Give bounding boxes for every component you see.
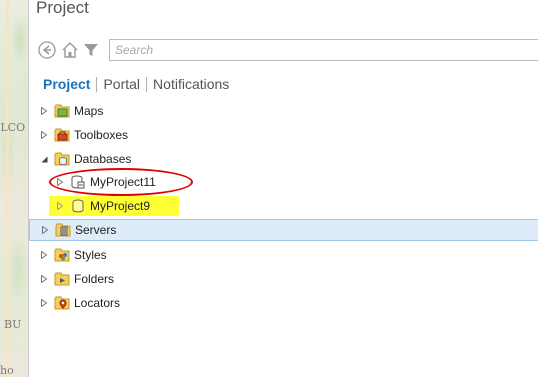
tab-portal[interactable]: Portal [103, 76, 140, 92]
expand-arrow-icon[interactable] [40, 226, 50, 234]
expand-arrow-icon[interactable] [39, 107, 49, 115]
tree-item-maps[interactable]: Maps [39, 100, 103, 122]
tab-separator [146, 76, 148, 92]
tab-project[interactable]: Project [43, 76, 90, 92]
geodatabase-icon [70, 198, 86, 214]
expand-arrow-icon[interactable] [39, 251, 49, 259]
tree-item-myproject11[interactable]: MyProject11 [55, 171, 156, 193]
tree-item-label: Locators [74, 296, 121, 310]
expand-arrow-icon[interactable] [39, 299, 49, 307]
tree-item-servers[interactable]: Servers [29, 219, 538, 241]
tree-item-locators[interactable]: Locators [39, 292, 120, 314]
folder-icon [54, 271, 70, 287]
expand-arrow-icon[interactable] [39, 275, 49, 283]
tab-notifications[interactable]: Notifications [153, 76, 229, 92]
toolbox-icon [54, 127, 70, 143]
tree-item-label: MyProject11 [90, 175, 156, 189]
tree-item-databases[interactable]: Databases [39, 148, 131, 170]
tree-item-label: Toolboxes [74, 128, 129, 142]
locator-icon [54, 295, 70, 311]
tree-item-label: Folders [74, 272, 115, 286]
map-view-strip[interactable]: ILCO BU ho [0, 0, 28, 377]
tab-separator [96, 76, 98, 92]
tree-item-label: Databases [74, 152, 132, 166]
style-icon [54, 247, 70, 263]
pane-title: Project [36, 0, 89, 17]
tree-item-label: Servers [75, 223, 117, 237]
tree-item-folders[interactable]: Folders [39, 268, 114, 290]
map-label-3: ho [0, 364, 14, 377]
expand-arrow-icon[interactable] [39, 131, 49, 139]
filter-icon[interactable] [83, 40, 99, 60]
home-icon[interactable] [61, 40, 79, 60]
map-label-1: ILCO [0, 121, 26, 134]
catalog-pane: Project Search Project Portal Notificati… [29, 0, 538, 377]
search-input[interactable]: Search [109, 39, 538, 61]
collapse-arrow-icon[interactable] [39, 156, 49, 163]
tree-item-label: MyProject9 [90, 199, 151, 213]
map-icon [54, 103, 70, 119]
pane-tabs: Project Portal Notifications [43, 76, 229, 92]
back-icon[interactable] [37, 40, 57, 60]
tree-item-toolboxes[interactable]: Toolboxes [39, 124, 128, 146]
server-icon [55, 222, 71, 238]
geodatabase-icon [70, 174, 86, 190]
map-label-2: BU [4, 318, 22, 331]
tree-item-styles[interactable]: Styles [39, 244, 107, 266]
tree-item-myproject9[interactable]: MyProject9 [55, 195, 150, 217]
database-folder-icon [54, 151, 70, 167]
expand-arrow-icon[interactable] [55, 202, 65, 210]
expand-arrow-icon[interactable] [55, 178, 65, 186]
tree-item-label: Maps [74, 104, 104, 118]
tree-item-label: Styles [74, 248, 107, 262]
